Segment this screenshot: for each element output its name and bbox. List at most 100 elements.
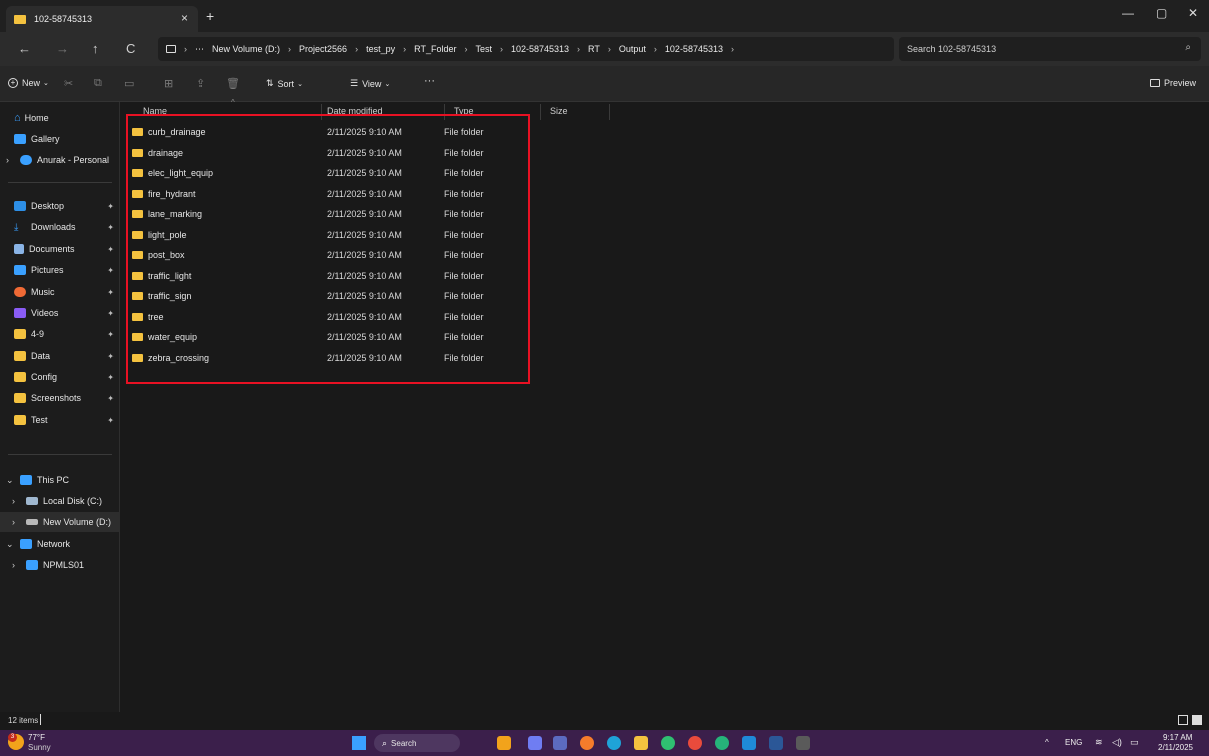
sidebar-item-this-pc[interactable]: ⌄ This PC bbox=[0, 470, 120, 490]
sidebar-item-home[interactable]: ⌂ Home bbox=[0, 108, 120, 128]
breadcrumb-more[interactable]: ⋯ bbox=[195, 44, 204, 55]
pin-icon[interactable]: ✦ bbox=[107, 330, 114, 339]
maximize-button[interactable]: ▢ bbox=[1156, 6, 1167, 20]
delete-icon[interactable]: 🗑 bbox=[226, 77, 240, 90]
chevron-right-icon: › bbox=[730, 44, 734, 54]
clock-date[interactable]: 2/11/2025 bbox=[1158, 743, 1193, 752]
edge-icon[interactable] bbox=[607, 736, 621, 750]
sidebar-item-documents[interactable]: Documents ✦ bbox=[0, 239, 120, 259]
pin-icon[interactable]: ✦ bbox=[107, 288, 114, 297]
pin-icon[interactable]: ✦ bbox=[107, 394, 114, 403]
tab-current[interactable]: 102-58745313 × bbox=[6, 6, 198, 32]
column-header-size[interactable]: Size bbox=[550, 106, 568, 116]
cut-icon[interactable]: ✂ bbox=[64, 77, 73, 90]
sidebar-item-test[interactable]: Test ✦ bbox=[0, 410, 120, 430]
volume-icon[interactable]: ◁) bbox=[1112, 737, 1122, 748]
sidebar-item-onedrive[interactable]: › Anurak - Personal bbox=[0, 150, 120, 170]
breadcrumb-item[interactable]: 102-58745313 bbox=[511, 44, 569, 54]
sidebar-item-4-9[interactable]: 4-9 ✦ bbox=[0, 324, 120, 344]
view-button[interactable]: ☰ View ⌄ bbox=[350, 78, 390, 89]
sidebar-item-videos[interactable]: Videos ✦ bbox=[0, 303, 120, 323]
minimize-button[interactable]: — bbox=[1122, 6, 1134, 20]
language-indicator[interactable]: ENG bbox=[1065, 738, 1082, 747]
pin-icon[interactable]: ✦ bbox=[107, 309, 114, 318]
new-button[interactable]: + New ⌄ bbox=[8, 78, 49, 88]
temperature[interactable]: 77°F bbox=[28, 733, 45, 742]
vscode-icon[interactable] bbox=[742, 736, 756, 750]
sidebar-item-local-disk[interactable]: › Local Disk (C:) bbox=[0, 491, 120, 511]
breadcrumb-item[interactable]: test_py bbox=[366, 44, 395, 54]
pin-icon[interactable]: ✦ bbox=[107, 223, 114, 232]
breadcrumb-item[interactable]: Project2566 bbox=[299, 44, 347, 54]
chevron-down-icon[interactable]: ⌄ bbox=[6, 539, 14, 550]
share-icon[interactable]: ⇪ bbox=[196, 77, 205, 90]
qgis-icon[interactable] bbox=[715, 736, 729, 750]
chevron-right-icon[interactable]: › bbox=[12, 496, 20, 506]
pin-icon[interactable]: ✦ bbox=[107, 373, 114, 382]
sidebar-item-data[interactable]: Data ✦ bbox=[0, 346, 120, 366]
line-icon[interactable] bbox=[661, 736, 675, 750]
sidebar-item-npmls01[interactable]: › NPMLS01 bbox=[0, 555, 120, 575]
pin-icon[interactable]: ✦ bbox=[107, 266, 114, 275]
battery-icon[interactable]: ▭ bbox=[1130, 737, 1139, 748]
preview-button[interactable]: Preview bbox=[1150, 78, 1196, 88]
rename-icon[interactable]: ⊞ bbox=[164, 77, 173, 90]
chevron-right-icon[interactable]: › bbox=[12, 560, 20, 570]
sidebar-item-network[interactable]: ⌄ Network bbox=[0, 534, 120, 554]
column-separator[interactable] bbox=[540, 104, 541, 120]
back-button[interactable]: ← bbox=[18, 41, 31, 56]
breadcrumb-item[interactable]: New Volume (D:) bbox=[212, 44, 280, 54]
pin-icon[interactable]: ✦ bbox=[107, 416, 114, 425]
word-icon[interactable] bbox=[769, 736, 783, 750]
task-view-icon[interactable] bbox=[528, 736, 542, 750]
breadcrumb-item[interactable]: RT bbox=[588, 44, 600, 54]
chevron-down-icon[interactable]: ⌄ bbox=[6, 475, 14, 486]
more-options-button[interactable]: ··· bbox=[424, 75, 435, 87]
refresh-button[interactable]: C bbox=[126, 41, 135, 56]
up-button[interactable]: ↑ bbox=[92, 41, 99, 56]
copy-icon[interactable]: ⧉ bbox=[94, 77, 102, 90]
pin-icon[interactable]: ✦ bbox=[107, 202, 114, 211]
details-view-icon[interactable] bbox=[1178, 715, 1188, 725]
pin-icon[interactable]: ✦ bbox=[107, 245, 114, 254]
pin-icon[interactable]: ✦ bbox=[107, 352, 114, 361]
sidebar-item-pictures[interactable]: Pictures ✦ bbox=[0, 260, 120, 280]
breadcrumb-item[interactable]: 102-58745313 bbox=[665, 44, 723, 54]
sort-button[interactable]: ⇅ Sort ⌄ bbox=[266, 78, 303, 89]
drive-icon bbox=[26, 497, 38, 505]
wifi-icon[interactable]: ≋ bbox=[1095, 737, 1103, 748]
tiles-view-icon[interactable] bbox=[1192, 715, 1202, 725]
breadcrumb-item[interactable]: Output bbox=[619, 44, 646, 54]
new-tab-button[interactable]: + bbox=[206, 8, 214, 24]
breadcrumb-item[interactable]: Test bbox=[475, 44, 492, 54]
terminal-icon[interactable] bbox=[796, 736, 810, 750]
sidebar-item-new-volume[interactable]: › New Volume (D:) bbox=[0, 512, 120, 532]
teams-icon[interactable] bbox=[553, 736, 567, 750]
paste-icon[interactable]: ▭ bbox=[124, 77, 134, 90]
close-button[interactable]: ✕ bbox=[1188, 6, 1198, 20]
monitor-icon[interactable] bbox=[166, 45, 176, 53]
widgets-icon[interactable] bbox=[497, 736, 511, 750]
file-explorer-icon[interactable] bbox=[634, 736, 648, 750]
taskbar-search[interactable]: ⌕ Search bbox=[374, 734, 460, 752]
chevron-right-icon[interactable]: › bbox=[6, 155, 14, 165]
tray-expand-icon[interactable]: ^ bbox=[1045, 738, 1049, 747]
sidebar-item-downloads[interactable]: ⤓ Downloads ✦ bbox=[0, 217, 120, 237]
windows-start-icon[interactable] bbox=[352, 736, 366, 750]
clock-time[interactable]: 9:17 AM bbox=[1163, 733, 1192, 742]
tab-close-icon[interactable]: × bbox=[181, 11, 188, 25]
chevron-right-icon[interactable]: › bbox=[12, 517, 20, 527]
forward-button[interactable]: → bbox=[56, 41, 69, 56]
sidebar-item-music[interactable]: Music ✦ bbox=[0, 282, 120, 302]
sidebar-item-gallery[interactable]: Gallery bbox=[0, 129, 120, 149]
sidebar-item-desktop[interactable]: Desktop ✦ bbox=[0, 196, 120, 216]
address-bar[interactable]: › ⋯ New Volume (D:) › Project2566 › test… bbox=[158, 37, 894, 61]
firefox-icon[interactable] bbox=[580, 736, 594, 750]
search-input[interactable]: Search 102-58745313 ⌕ bbox=[899, 37, 1201, 61]
column-separator[interactable] bbox=[609, 104, 610, 120]
chrome-icon[interactable] bbox=[688, 736, 702, 750]
breadcrumb-item[interactable]: RT_Folder bbox=[414, 44, 456, 54]
chevron-right-icon: › bbox=[288, 44, 292, 54]
sidebar-item-config[interactable]: Config ✦ bbox=[0, 367, 120, 387]
sidebar-item-screenshots[interactable]: Screenshots ✦ bbox=[0, 388, 120, 408]
